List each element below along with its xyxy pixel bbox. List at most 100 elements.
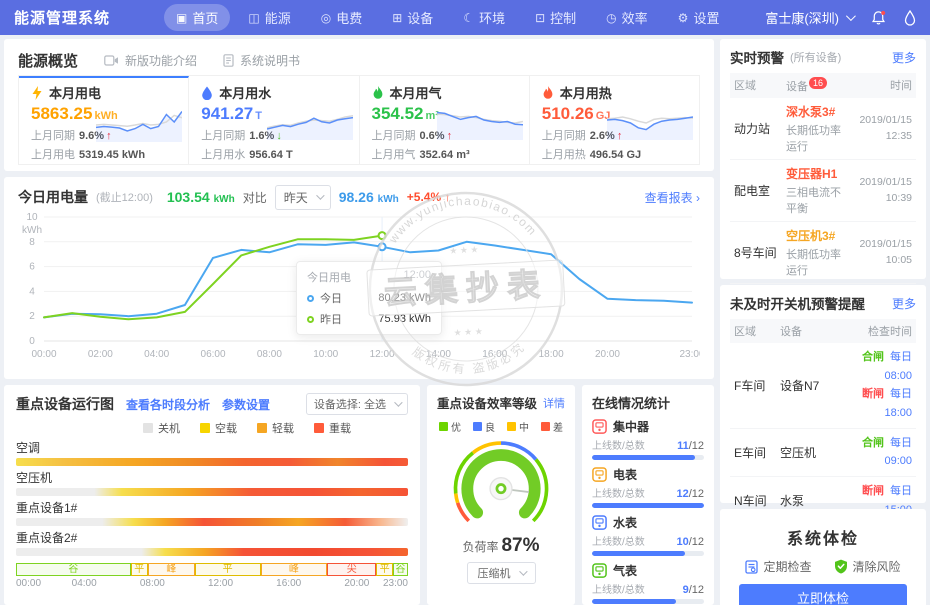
feature-risk-clear: 清除风险 xyxy=(834,558,901,575)
compare-total-value: 98.26 kWh xyxy=(339,189,399,205)
device-run-bar[interactable] xyxy=(16,488,408,496)
online-stats-panel: 在线情况统计 集中器上线数/总数11/12电表上线数/总数12/12水表上线数/… xyxy=(582,385,714,605)
switch-tag: 断闸 xyxy=(862,388,884,400)
switch-row[interactable]: E车间空压机合闸每日 09:00 xyxy=(730,429,916,477)
device-run-bar[interactable] xyxy=(16,518,408,526)
stat-card-gas[interactable]: 本月用气354.52m³上月同期0.6%↑上月用气352.64 m³ xyxy=(360,76,530,164)
device-select[interactable]: 设备选择: 全选 xyxy=(306,393,408,415)
water-meter-icon xyxy=(592,515,607,530)
col-time: 时间 xyxy=(850,77,912,94)
chevron-down-icon xyxy=(316,191,324,199)
tou-segment: 谷 xyxy=(16,563,131,576)
as-of-label: (截止12:00) xyxy=(96,189,153,205)
load-rate-metric: 负荷率87% xyxy=(437,535,565,557)
run-panel-header: 重点设备运行图 查看各时段分析 参数设置 设备选择: 全选 xyxy=(16,393,408,415)
nav-item-label: 电费 xyxy=(336,8,362,27)
tab-label: 新版功能介绍 xyxy=(125,52,197,69)
mom-label: 上月同期 xyxy=(542,130,586,142)
online-items: 集中器上线数/总数11/12电表上线数/总数12/12水表上线数/总数10/12… xyxy=(592,418,704,604)
tooltip-row: 昨日75.93 kWh xyxy=(307,311,431,327)
svg-text:8: 8 xyxy=(29,237,35,248)
tooltip-time: 12:00 xyxy=(403,269,431,285)
switch-checks: 合闸每日 09:00 xyxy=(836,434,912,471)
param-settings-link[interactable]: 参数设置 xyxy=(222,396,270,413)
view-report-link[interactable]: 查看报表 › xyxy=(645,189,700,206)
time-of-use-ticks: 00:0004:0008:0012:0016:0020:0023:00 xyxy=(16,578,408,591)
switch-check-time: 每日 09:00 xyxy=(884,437,912,468)
nav-item-electricity-fee[interactable]: ◎电费 xyxy=(309,4,375,31)
drop-icon xyxy=(201,86,213,100)
alert-date: 2019/01/15 xyxy=(850,237,912,253)
nav-item-home[interactable]: ▣首页 xyxy=(164,4,230,31)
sparkline-chart xyxy=(96,106,182,144)
stat-card-title: 本月用电 xyxy=(49,83,101,102)
nav-item-settings[interactable]: ⚙设置 xyxy=(666,4,732,31)
tou-tick-label: 08:00 xyxy=(140,578,165,589)
online-item-water-meter: 水表上线数/总数10/12 xyxy=(592,514,704,556)
col-device: 设备 xyxy=(780,323,836,339)
series-name: 昨日 xyxy=(320,311,342,327)
tenant-selector[interactable]: 富士康(深圳) xyxy=(765,8,853,27)
alert-row[interactable]: 动力站深水泵3#长期低功率运行2019/01/1512:35 xyxy=(730,98,916,160)
run-health-check-button[interactable]: 立即体检 xyxy=(739,584,907,605)
nav-item-devices[interactable]: ⊞设备 xyxy=(380,4,445,31)
count-label: 上线数/总数 xyxy=(592,437,645,452)
value-number: 354.52 xyxy=(372,104,424,123)
series-dot xyxy=(307,316,314,323)
tab-manual[interactable]: 系统说明书 xyxy=(223,52,300,69)
svg-text:04:00: 04:00 xyxy=(144,349,169,360)
legend-swatch xyxy=(541,422,550,431)
period-analysis-link[interactable]: 查看各时段分析 xyxy=(126,396,210,413)
online-item-name: 水表 xyxy=(613,514,637,531)
alert-device-name: 深水泵3# xyxy=(786,103,850,120)
alert-row[interactable]: 配电室变压器H1三相电流不平衡2019/01/1510:39 xyxy=(730,160,916,222)
alert-area: 配电室 xyxy=(734,182,786,199)
stat-card-electricity[interactable]: 本月用电5863.25kWh上月同期9.6%↑上月用电5319.45 kWh xyxy=(19,76,189,164)
device-run-bar[interactable] xyxy=(16,548,408,556)
prev-label: 上月用电 xyxy=(31,149,75,161)
nav-right: 富士康(深圳) xyxy=(765,8,916,27)
electric-meter-icon xyxy=(592,467,607,482)
nav-item-efficiency[interactable]: ◷效率 xyxy=(594,4,660,31)
time-of-use-bar: 谷平峰平峰尖平谷 xyxy=(16,563,408,576)
legend-label: 关机 xyxy=(158,420,180,436)
nav-item-label: 效率 xyxy=(622,8,648,27)
legend-label: 重载 xyxy=(329,420,351,436)
alert-time: 2019/01/1510:05 xyxy=(850,237,912,269)
gauge-device-select[interactable]: 压缩机 xyxy=(467,562,536,584)
today-usage-title: 今日用电量 xyxy=(18,187,88,207)
nav-item-control[interactable]: ⊡控制 xyxy=(523,4,588,31)
nav-item-environment[interactable]: ☾环境 xyxy=(451,4,517,31)
tou-segment: 平 xyxy=(376,563,393,576)
online-number: 11 xyxy=(677,440,689,452)
notification-bell-icon[interactable] xyxy=(871,10,886,26)
online-progress-fill xyxy=(592,551,685,556)
nav-item-energy[interactable]: ◫能源 xyxy=(236,4,302,31)
alert-clock: 10:39 xyxy=(850,191,912,207)
efficiency-legend-item: 差 xyxy=(541,419,563,434)
switch-row[interactable]: F车间设备N7合闸每日 08:00断闸每日 18:00 xyxy=(730,343,916,429)
svg-text:10: 10 xyxy=(26,212,38,223)
tab-label: 系统说明书 xyxy=(240,52,300,69)
switch-alerts-more-link[interactable]: 更多 xyxy=(892,295,916,312)
health-title: 系统体检 xyxy=(728,525,918,549)
tab-new-features[interactable]: 新版功能介绍 xyxy=(104,52,197,69)
feature-label: 清除风险 xyxy=(853,558,901,575)
stat-card-title: 本月用气 xyxy=(390,83,442,102)
stat-card-water[interactable]: 本月用水941.27T上月同期1.6%↓上月用水956.64 T xyxy=(189,76,359,164)
drop-theme-icon[interactable] xyxy=(904,10,916,26)
stat-card-header: 本月用气 xyxy=(372,83,517,102)
compare-select[interactable]: 昨天 xyxy=(275,185,331,210)
switch-check-line: 合闸每日 08:00 xyxy=(836,348,912,385)
device-run-bar[interactable] xyxy=(16,458,408,466)
chevron-down-icon xyxy=(394,398,402,406)
alert-row[interactable]: 8号车间空压机3#长期低功率运行2019/01/1510:05 xyxy=(730,222,916,284)
compare-select-value: 昨天 xyxy=(284,189,308,206)
efficiency-detail-link[interactable]: 详情 xyxy=(543,395,565,411)
svg-text:12:00: 12:00 xyxy=(370,349,395,360)
alerts-more-link[interactable]: 更多 xyxy=(892,49,916,66)
stat-card-heat[interactable]: 本月用热510.26GJ上月同期2.6%↑上月用热496.54 GJ xyxy=(530,76,699,164)
legend-label: 中 xyxy=(519,419,529,434)
alert-date: 2019/01/15 xyxy=(850,175,912,191)
nav-item-label: 环境 xyxy=(479,8,505,27)
